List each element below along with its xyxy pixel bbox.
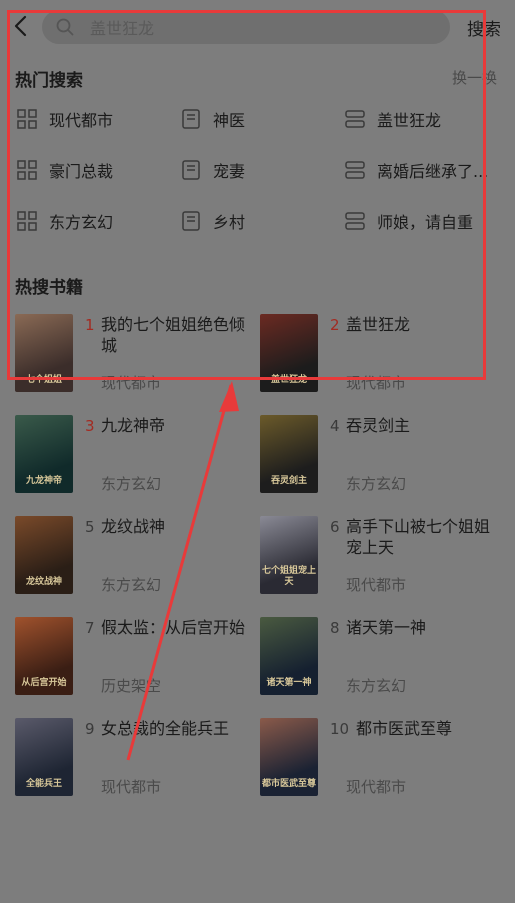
annotation-arrow (126, 381, 239, 761)
